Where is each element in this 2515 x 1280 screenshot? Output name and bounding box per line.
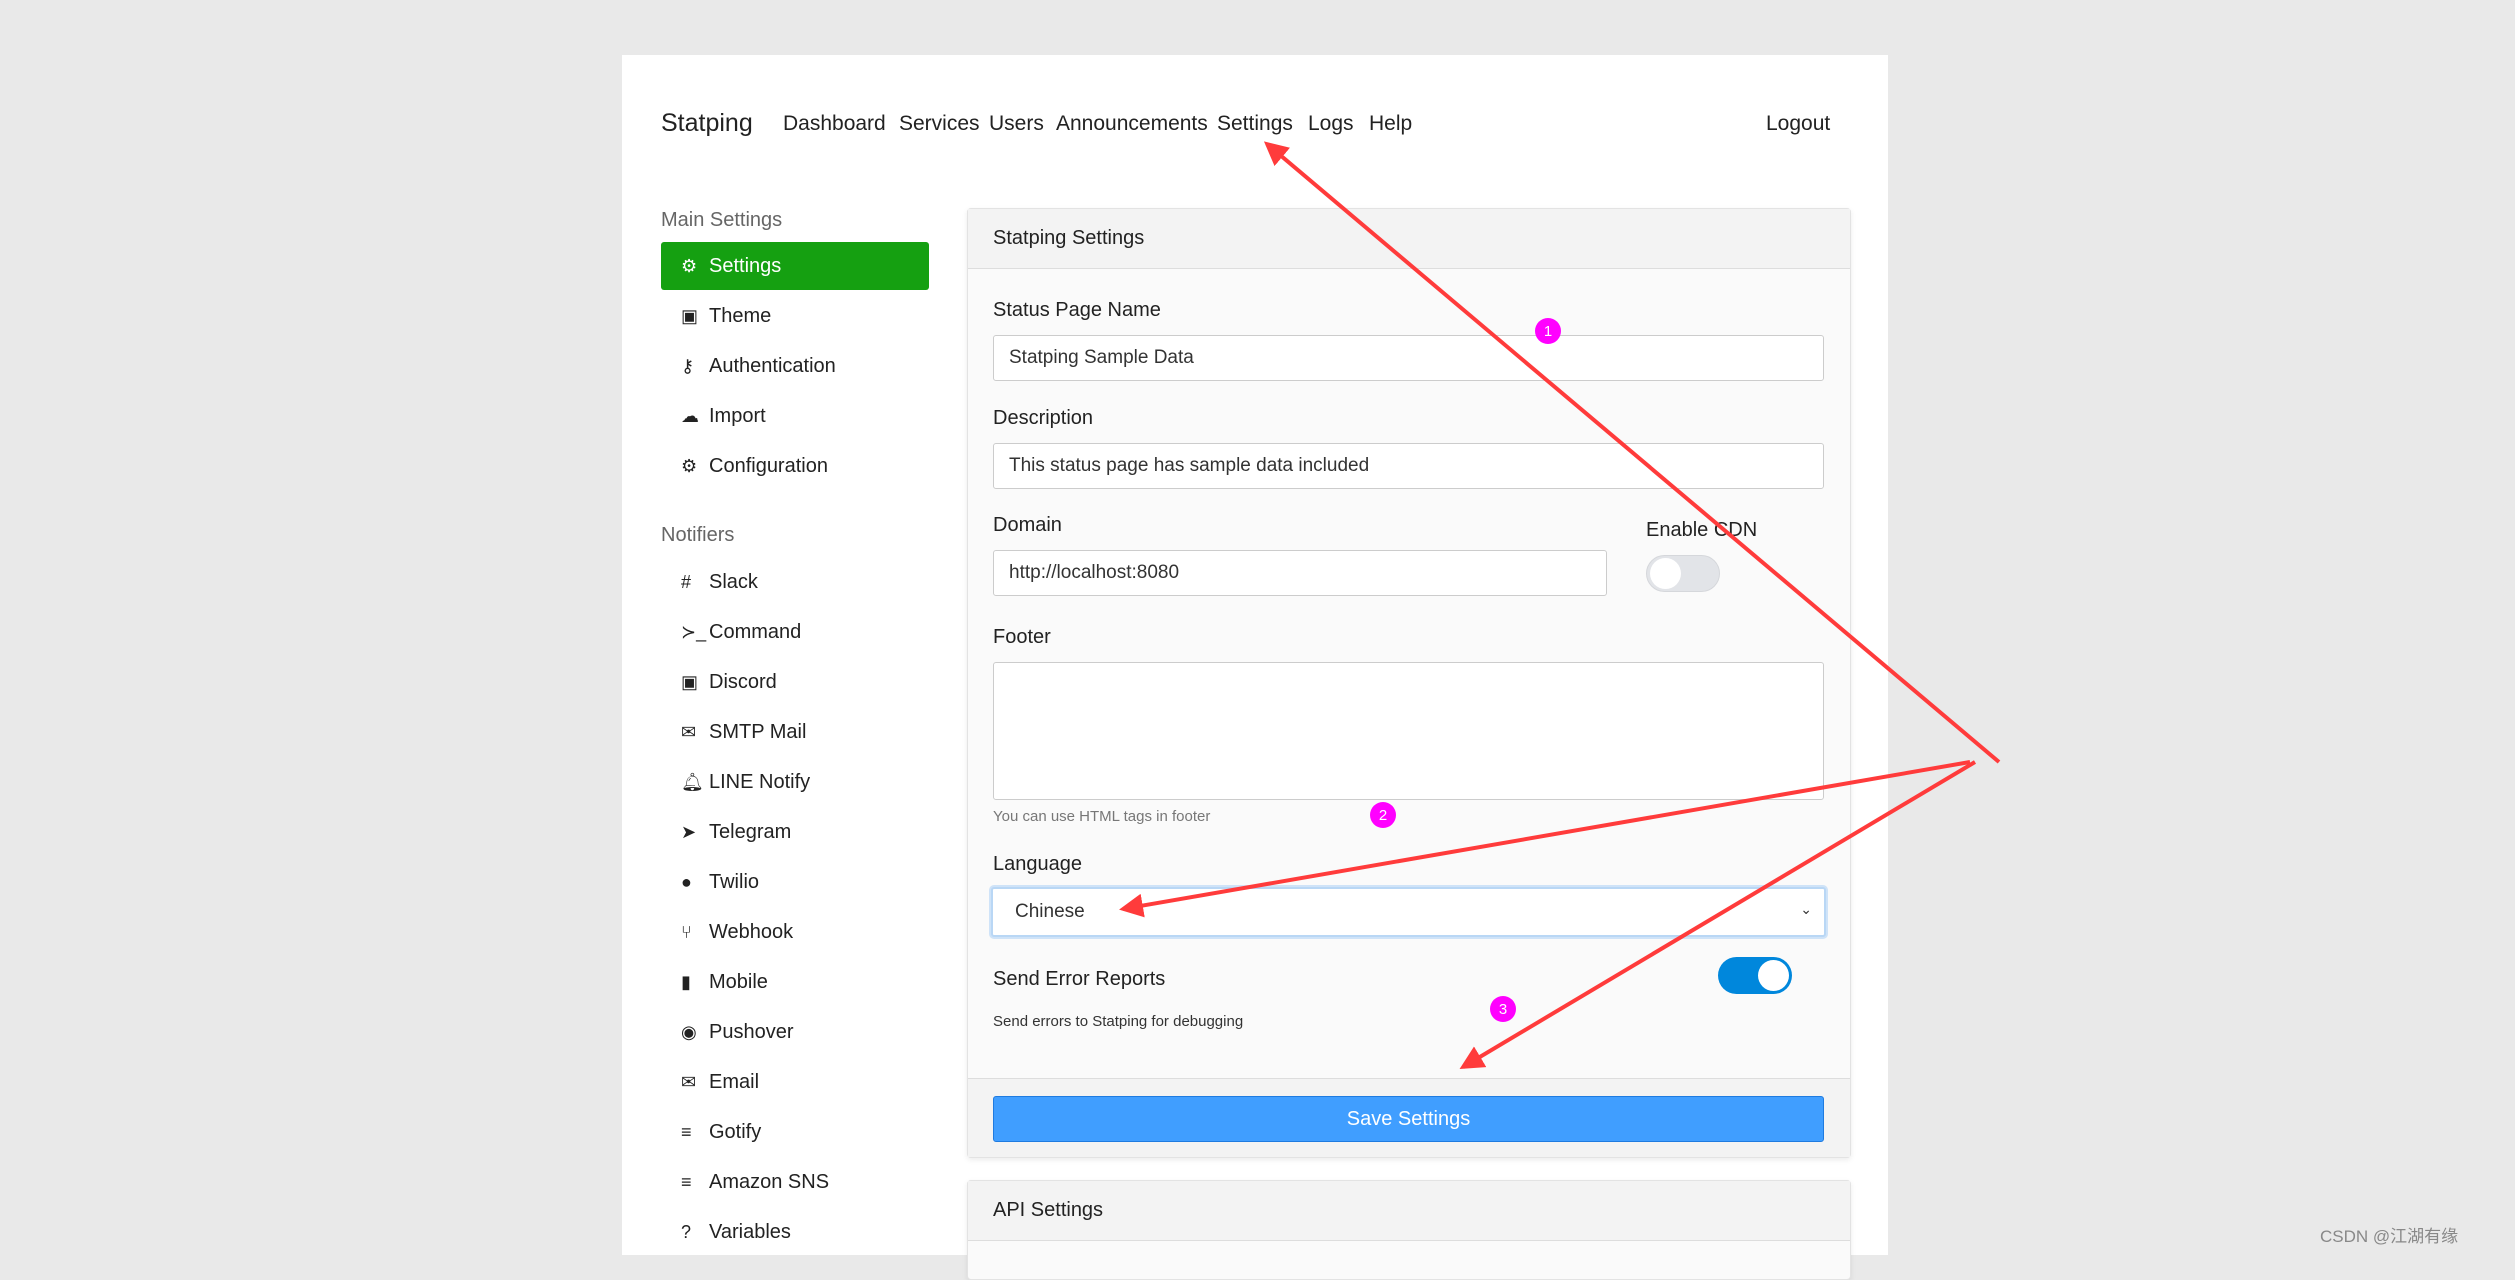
annotation-badge-2: 2 (1370, 802, 1396, 828)
annotation-badge-3: 3 (1490, 996, 1516, 1022)
arrow-3 (1459, 760, 1977, 1070)
watermark: CSDN @江湖有缘 (2320, 1227, 2459, 1246)
annotation-badge-1: 1 (1535, 318, 1561, 344)
annotation-overlay (1119, 141, 2001, 1070)
arrow-1 (1263, 141, 2001, 764)
arrow-2 (1119, 760, 1971, 918)
